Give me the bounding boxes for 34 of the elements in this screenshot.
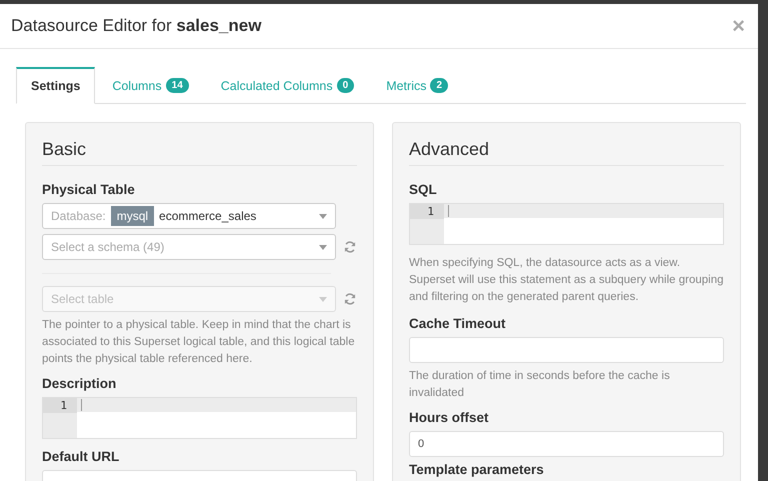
code-editor[interactable]: 1 — [42, 397, 357, 439]
tab[interactable]: Columns 14 — [97, 67, 204, 104]
field-label: Template parameters — [409, 462, 545, 477]
tab[interactable]: Calculated Columns 0 — [206, 67, 370, 104]
caret-icon — [319, 245, 327, 250]
caret-icon — [319, 297, 327, 302]
dialog-title: Datasource Editor for sales_new — [11, 16, 262, 36]
field-label: Cache Timeout — [409, 316, 507, 331]
tab[interactable]: Metrics 2 — [371, 67, 464, 104]
field-label: Hours offset — [409, 410, 490, 425]
help-text: The duration of time in seconds before the cache is invalidated — [409, 369, 671, 401]
panel-heading: Advanced — [409, 139, 724, 166]
database-select[interactable]: Database: mysql ecommerce_sales — [42, 203, 336, 229]
panel-heading: Basic — [42, 139, 357, 166]
count-badge: 0 — [336, 78, 354, 93]
line-number: 1 — [43, 398, 77, 413]
input-field[interactable]: 0 — [409, 431, 724, 457]
schema-select[interactable]: Select a schema (49) — [42, 234, 336, 260]
refresh-icon[interactable] — [343, 240, 357, 254]
field-label: Physical Table — [42, 182, 136, 197]
tab[interactable]: Settings — [16, 67, 96, 104]
code-editor[interactable]: 1 — [409, 203, 724, 245]
field-label: Description — [42, 376, 118, 391]
input-field[interactable] — [409, 337, 724, 363]
help-text: When specifying SQL, the datasource acts as a view. Superset will use this statement as a subquery while grouping and filtering on the generated parent queries. — [409, 256, 724, 305]
line-number: 1 — [410, 204, 444, 219]
close-button[interactable]: × — [729, 13, 748, 39]
field-label: Default URL — [42, 449, 120, 464]
help-text: The pointer to a physical table. Keep in mind that the chart is associated to this Superset logical table, and this logical table points the physical table referenced here. — [42, 318, 356, 367]
count-badge: 14 — [166, 78, 189, 93]
field-label: SQL — [409, 182, 438, 197]
count-badge: 2 — [430, 78, 448, 93]
caret-icon — [319, 214, 327, 219]
refresh-icon[interactable] — [343, 292, 357, 306]
